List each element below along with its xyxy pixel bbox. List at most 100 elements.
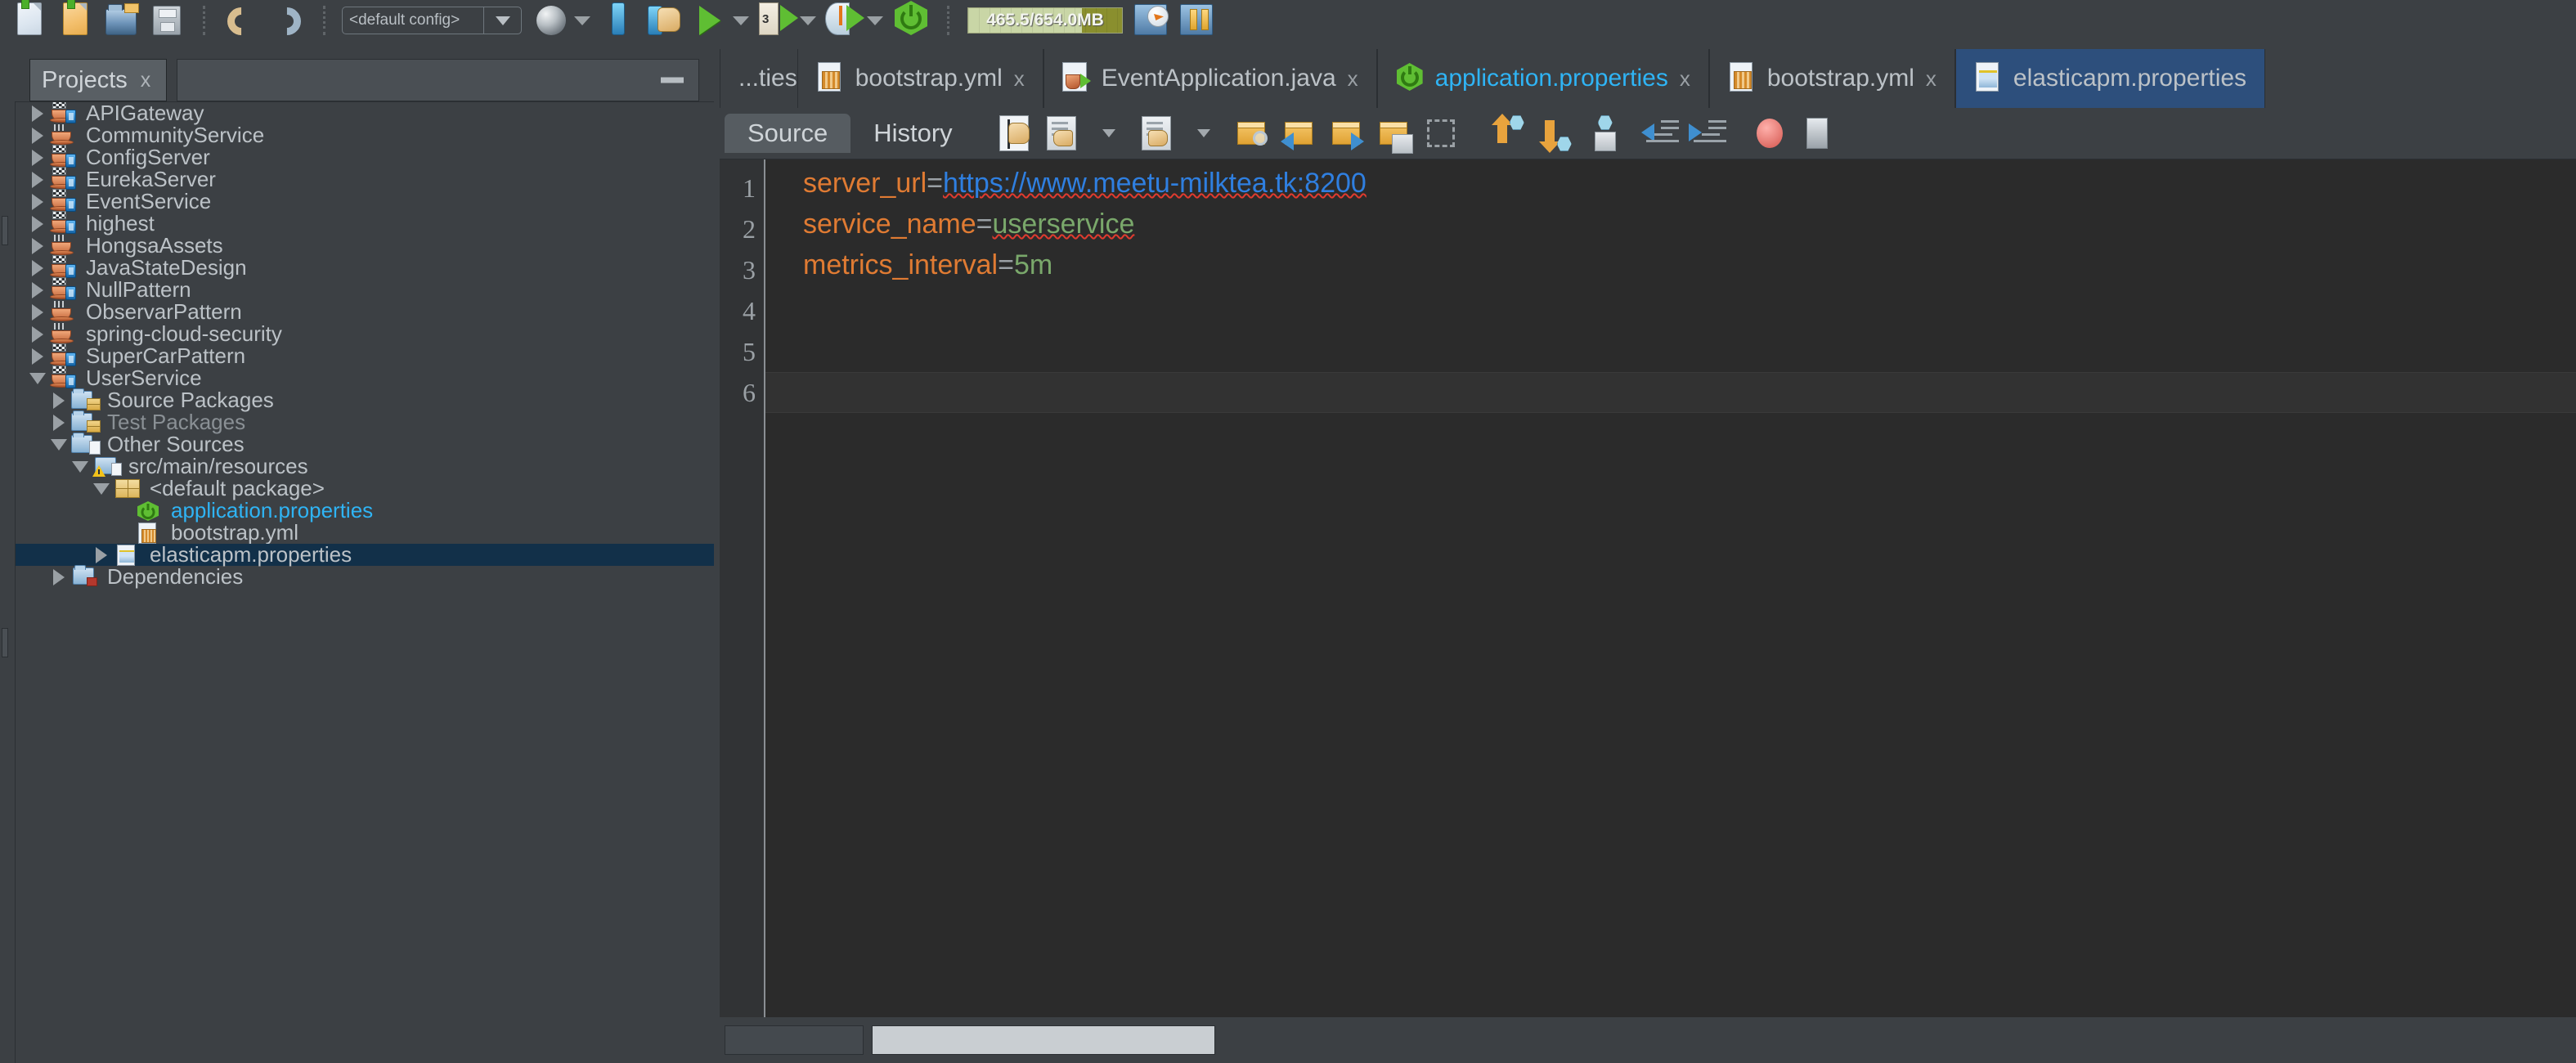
undo-button[interactable] <box>218 0 264 42</box>
tree-node-supercarpattern[interactable]: SuperCarPattern <box>16 343 714 368</box>
tree-node-elasticapm-properties[interactable]: elasticapm.properties <box>16 542 714 567</box>
code-line[interactable]: server_url=https://www.meetu-milktea.tk:… <box>765 168 2576 209</box>
expand-twisty-icon[interactable] <box>27 149 48 166</box>
expand-twisty-icon[interactable] <box>48 414 70 431</box>
run-project-button[interactable] <box>687 0 733 37</box>
close-icon[interactable]: x <box>1348 66 1358 92</box>
code-line[interactable] <box>765 331 2576 372</box>
tree-node-dependencies[interactable]: Dependencies <box>16 564 714 589</box>
next-bookmark-button[interactable] <box>1322 108 1370 159</box>
tree-node-communityservice[interactable]: CommunityService <box>16 123 714 147</box>
pause-button[interactable] <box>1174 0 1219 37</box>
tab-projects[interactable]: Projects x <box>29 59 167 101</box>
last-edit-back-dropdown[interactable] <box>1085 108 1133 159</box>
collapse-twisty-icon[interactable] <box>70 460 91 473</box>
start-macro-recording-button[interactable] <box>1574 108 1622 159</box>
collapse-twisty-icon[interactable] <box>27 372 48 384</box>
profile-dropdown-arrow[interactable] <box>867 16 883 25</box>
debug-dropdown-arrow[interactable] <box>800 16 816 25</box>
toggle-rectangular-selection-button[interactable] <box>990 108 1038 159</box>
next-error-button[interactable] <box>1684 108 1731 159</box>
editor-tab--ties[interactable]: ...ties <box>720 49 797 108</box>
stop-macro-recording-button[interactable] <box>1746 108 1793 159</box>
config-combo-dropdown[interactable] <box>483 7 521 34</box>
tree-node-spring-cloud-security[interactable]: spring-cloud-security <box>16 321 714 346</box>
tree-node-configserver[interactable]: ConfigServer <box>16 145 714 169</box>
tree-node-observarpattern[interactable]: ObservarPattern <box>16 299 714 324</box>
close-icon[interactable]: x <box>141 69 151 92</box>
build-project-button[interactable] <box>641 0 687 37</box>
code-line[interactable]: metrics_interval=5m <box>765 249 2576 290</box>
expand-twisty-icon[interactable] <box>27 348 48 365</box>
tree-node-application-properties[interactable]: application.properties <box>16 498 714 523</box>
tree-node-test-packages[interactable]: Test Packages <box>16 410 714 434</box>
stop-button[interactable] <box>1793 108 1841 159</box>
close-icon[interactable]: x <box>1680 66 1690 92</box>
previous-bookmark-button[interactable] <box>1275 108 1322 159</box>
browser-dropdown-arrow[interactable] <box>574 16 590 25</box>
tree-node-userservice[interactable]: UserService <box>16 366 714 390</box>
code-line[interactable] <box>765 372 2576 413</box>
tree-node-highest[interactable]: highest <box>16 211 714 235</box>
last-edit-back-button[interactable] <box>1038 108 1085 159</box>
dock-handle[interactable] <box>2 216 8 245</box>
expand-twisty-icon[interactable] <box>48 392 70 409</box>
open-project-button[interactable] <box>98 0 144 37</box>
expand-twisty-icon[interactable] <box>27 303 48 321</box>
tree-node-hongsaassets[interactable]: HongsaAssets <box>16 233 714 258</box>
editor-tab-bootstrap-yml[interactable]: bootstrap.yml x <box>797 49 1043 108</box>
run-dropdown-arrow[interactable] <box>733 16 749 25</box>
config-combo[interactable]: <default config> <box>342 7 522 34</box>
tree-node-apigateway[interactable]: APIGateway <box>16 102 714 125</box>
inspect-button[interactable] <box>1128 0 1174 37</box>
dock-handle[interactable] <box>2 628 8 657</box>
editor-tab-application-properties[interactable]: application.properties x <box>1376 49 1709 108</box>
collapse-twisty-icon[interactable] <box>48 438 70 451</box>
tree-node-bootstrap-yml[interactable]: bootstrap.yml <box>16 520 714 545</box>
expand-twisty-icon[interactable] <box>27 127 48 144</box>
tree-node-source-packages[interactable]: Source Packages <box>16 388 714 412</box>
expand-twisty-icon[interactable] <box>27 105 48 122</box>
browser-button[interactable] <box>528 0 574 37</box>
expand-twisty-icon[interactable] <box>27 193 48 210</box>
save-all-button[interactable] <box>144 0 190 37</box>
expand-twisty-icon[interactable] <box>27 171 48 188</box>
spring-boot-run-button[interactable] <box>888 0 934 37</box>
tree-node-javastatedesign[interactable]: JavaStateDesign <box>16 255 714 280</box>
expand-twisty-icon[interactable] <box>48 568 70 585</box>
last-edit-forward-dropdown[interactable] <box>1180 108 1227 159</box>
memory-gauge[interactable]: 465.5/654.0MB <box>967 7 1123 34</box>
tree-node-other-sources[interactable]: Other Sources <box>16 432 714 456</box>
last-edit-forward-button[interactable] <box>1133 108 1180 159</box>
close-icon[interactable]: x <box>1926 66 1936 92</box>
find-selection-button[interactable] <box>1227 108 1275 159</box>
editor-tab-eventapplication-java[interactable]: EventApplication.java x <box>1043 49 1377 108</box>
redo-button[interactable] <box>264 0 310 42</box>
shift-line-down-button[interactable] <box>1527 108 1574 159</box>
tree-node-nullpattern[interactable]: NullPattern <box>16 277 714 302</box>
tree-node-src-main-resources[interactable]: src/main/resources <box>16 454 714 478</box>
collapse-twisty-icon[interactable] <box>91 482 112 495</box>
tree-node--default-package-[interactable]: <default package> <box>16 476 714 500</box>
shift-line-up-button[interactable] <box>1479 108 1527 159</box>
code-editor[interactable]: 123456 server_url=https://www.meetu-milk… <box>720 159 2576 1017</box>
minimize-icon[interactable] <box>661 77 684 83</box>
tree-node-eventservice[interactable]: EventService <box>16 189 714 213</box>
editor-tab-bootstrap-yml[interactable]: bootstrap.yml x <box>1708 49 1955 108</box>
tree-node-eurekaserver[interactable]: EurekaServer <box>16 167 714 191</box>
debug-project-button[interactable]: 3 <box>754 0 800 37</box>
expand-twisty-icon[interactable] <box>27 215 48 232</box>
toggle-bookmark-button[interactable] <box>1370 108 1417 159</box>
expand-twisty-icon[interactable] <box>27 237 48 254</box>
code-content[interactable]: server_url=https://www.meetu-milktea.tk:… <box>765 159 2576 1017</box>
expand-twisty-icon[interactable] <box>91 546 112 563</box>
toggle-rectangular-button[interactable] <box>1417 108 1465 159</box>
profile-project-button[interactable] <box>821 0 867 37</box>
new-file-button[interactable] <box>7 0 52 37</box>
tab-source[interactable]: Source <box>725 114 851 153</box>
project-tree[interactable]: APIGateway CommunityService ConfigServer Eu… <box>15 102 714 1063</box>
code-line[interactable] <box>765 290 2576 331</box>
new-project-button[interactable] <box>52 0 98 37</box>
previous-error-button[interactable] <box>1636 108 1684 159</box>
editor-tab-row[interactable]: ...ties bootstrap.yml x EventApplication.ja… <box>720 49 2576 108</box>
